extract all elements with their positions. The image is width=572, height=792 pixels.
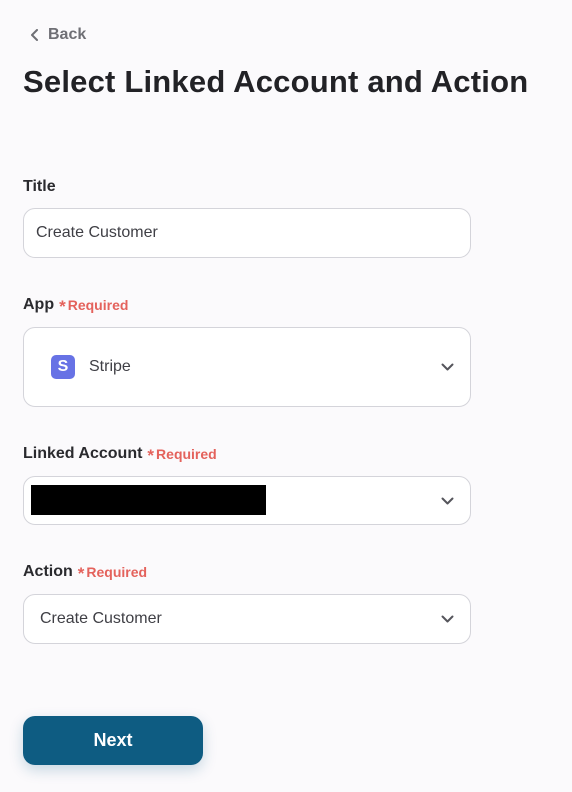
required-indicator: * Required — [59, 296, 129, 316]
action-field-label: Action * Required — [23, 563, 148, 583]
required-text: Required — [67, 297, 129, 313]
required-text: Required — [156, 446, 217, 462]
action-selected-value: Create Customer — [40, 610, 162, 627]
required-indicator: * Required — [147, 445, 217, 465]
title-label-text: Title — [23, 178, 56, 195]
next-button[interactable]: Next — [23, 716, 203, 765]
chevron-left-icon — [31, 29, 38, 41]
action-select[interactable]: Create Customer — [23, 594, 471, 644]
back-link[interactable]: Back — [30, 24, 86, 46]
linked-account-label-text: Linked Account — [23, 445, 143, 462]
app-label-text: App — [23, 296, 55, 313]
asterisk-icon: * — [59, 296, 66, 316]
app-selected-value: Stripe — [89, 358, 131, 375]
page-title: Select Linked Account and Action — [23, 64, 529, 99]
app-field-label: App * Required — [23, 296, 129, 316]
asterisk-icon: * — [77, 563, 85, 583]
action-label-text: Action — [23, 563, 73, 580]
title-field[interactable] — [23, 208, 471, 258]
chevron-down-icon — [441, 497, 454, 504]
asterisk-icon: * — [147, 445, 155, 465]
title-input[interactable] — [24, 209, 470, 257]
linked-account-field-label: Linked Account * Required — [23, 445, 217, 465]
stripe-logo-icon: S — [51, 355, 75, 379]
redacted-account-value — [31, 485, 266, 515]
required-indicator: * Required — [77, 563, 148, 583]
title-field-label: Title — [23, 178, 56, 196]
chevron-down-icon — [441, 615, 454, 623]
back-label: Back — [48, 26, 87, 43]
app-select[interactable]: S Stripe — [23, 327, 471, 407]
linked-account-select[interactable] — [23, 476, 471, 525]
required-text: Required — [86, 564, 148, 580]
chevron-down-icon — [441, 363, 454, 371]
